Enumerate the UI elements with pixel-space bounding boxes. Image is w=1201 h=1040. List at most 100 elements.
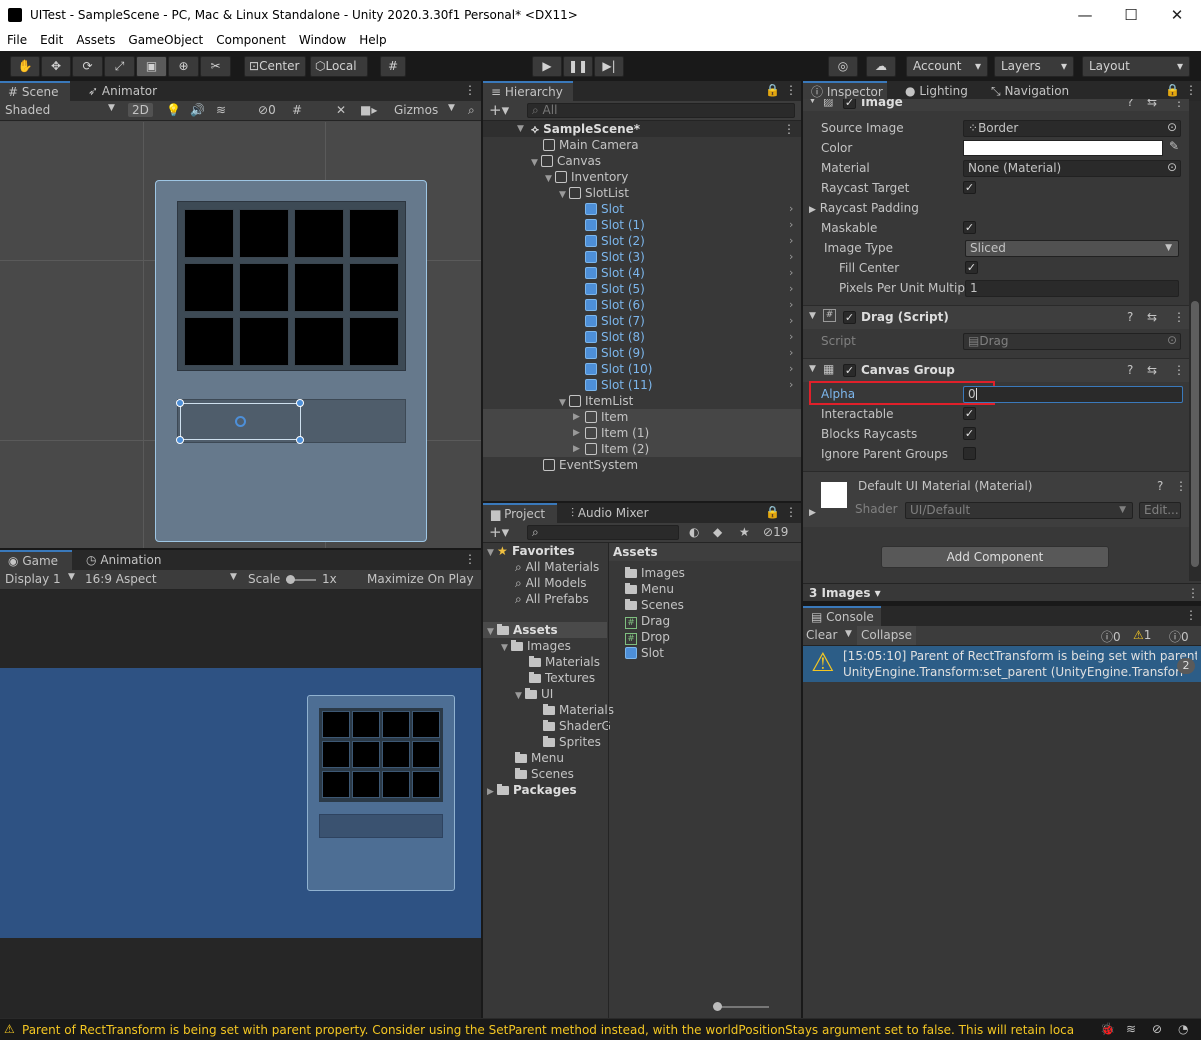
minimize-button[interactable]: — [1070, 4, 1100, 26]
rotate-tool-icon[interactable]: ⟳ [72, 56, 103, 77]
favorite-item[interactable]: ⌕ All Prefabs [515, 591, 589, 607]
preview-menu-icon[interactable]: ⋮ [1187, 586, 1199, 600]
assets-breadcrumb[interactable]: Assets [609, 543, 801, 561]
tab-project[interactable]: ▆ Project [483, 503, 557, 523]
tab-scene[interactable]: # Scene [0, 81, 70, 101]
asset-item[interactable]: # Drop [625, 629, 670, 645]
folder-row[interactable]: Materials [543, 702, 614, 718]
add-component-button[interactable]: Add Component [881, 546, 1109, 568]
effects-toggle-icon[interactable]: ≋ [216, 103, 226, 117]
rect-handle[interactable] [296, 399, 304, 407]
canvas-group-header[interactable]: ▼ ▦ ✓ Canvas Group ? ⇆ ⋮ [803, 358, 1189, 382]
tab-lighting[interactable]: ● Lighting [897, 81, 976, 101]
asset-item[interactable]: Menu [625, 581, 674, 597]
menu-assets[interactable]: Assets [69, 31, 121, 47]
gizmos-dropdown[interactable]: Gizmos [394, 103, 438, 117]
slot-cell[interactable] [184, 209, 234, 258]
drag-enabled-checkbox[interactable]: ✓ [843, 311, 856, 324]
folder-row[interactable]: ▼ UI [515, 686, 553, 702]
hidden-objects-icon[interactable]: ⊘0 [258, 103, 276, 117]
error-filter-toggle[interactable]: ⓘ0 [1169, 628, 1189, 645]
tools-icon[interactable]: ✕ [336, 103, 346, 117]
scene-viewport[interactable] [0, 122, 481, 548]
console-log-entry[interactable]: ⚠ [15:05:10] Parent of RectTransform is … [803, 646, 1201, 682]
pause-button-icon[interactable]: ❚❚ [563, 56, 593, 77]
grid-toggle-icon[interactable]: # [292, 103, 302, 117]
object-picker-icon[interactable]: ⊙ [1167, 120, 1177, 134]
project-search-input[interactable]: ⌕ [527, 525, 679, 540]
filter-type-icon[interactable]: ◐ [689, 525, 699, 539]
activity-icon[interactable]: ◔ [1178, 1022, 1188, 1036]
slot-cell[interactable] [349, 209, 399, 258]
ignore-parent-groups-checkbox[interactable] [963, 447, 976, 460]
preset-icon[interactable]: ⇆ [1147, 99, 1157, 109]
blocks-raycasts-checkbox[interactable]: ✓ [963, 427, 976, 440]
inventory-panel[interactable] [155, 180, 427, 542]
asset-item[interactable]: Images [625, 565, 685, 581]
source-image-field[interactable]: ⁘Border [963, 120, 1181, 137]
folder-row[interactable]: Materials [529, 654, 600, 670]
hierarchy-row-slot[interactable]: Slot (8) [585, 329, 645, 345]
folder-row[interactable]: ▼ Images [501, 638, 571, 654]
lock-icon[interactable]: 🔒 [765, 505, 780, 519]
layers-dropdown[interactable]: Layers ▾ [994, 56, 1074, 77]
kebab-icon[interactable]: ⋮ [783, 121, 795, 137]
inspector-scrollbar[interactable] [1189, 101, 1201, 581]
step-button-icon[interactable]: ▶| [594, 56, 624, 77]
fill-center-checkbox[interactable]: ✓ [965, 261, 978, 274]
info-filter-toggle[interactable]: ⓘ0 [1101, 628, 1121, 645]
hand-tool-icon[interactable]: ✋ [10, 56, 40, 77]
alpha-input[interactable]: 0 [963, 386, 1183, 403]
create-icon[interactable]: +▾ [489, 523, 509, 541]
slot-cell[interactable] [294, 263, 344, 312]
images-preview-dropdown[interactable]: 3 Images ▾ [809, 586, 881, 600]
game-viewport[interactable] [0, 668, 481, 938]
menu-help[interactable]: Help [352, 31, 392, 47]
account-dropdown[interactable]: Account ▾ [906, 56, 988, 77]
hierarchy-row-slot[interactable]: Slot (2) [585, 233, 645, 249]
help-icon[interactable]: ? [1157, 479, 1163, 493]
rect-handle[interactable] [176, 399, 184, 407]
material-title[interactable]: Default UI Material (Material) [858, 479, 1032, 493]
progress-icon[interactable]: ⊘ [1152, 1022, 1162, 1036]
rect-tool-icon[interactable]: ▣ [136, 56, 167, 77]
hierarchy-row-slot[interactable]: Slot (1) [585, 217, 645, 233]
hierarchy-row-slot[interactable]: Slot (4) [585, 265, 645, 281]
favorite-star-icon[interactable]: ★ [739, 525, 750, 539]
folder-row[interactable]: Scenes [515, 766, 574, 782]
hierarchy-row-slot[interactable]: Slot (10) [585, 361, 652, 377]
component-menu-icon[interactable]: ⋮ [1173, 310, 1185, 324]
image-enabled-checkbox[interactable]: ✓ [843, 99, 856, 109]
console-menu-icon[interactable]: ⋮ [1185, 608, 1197, 622]
component-menu-icon[interactable]: ⋮ [1173, 99, 1185, 109]
scene-menu-icon[interactable]: ⋮ [464, 83, 476, 97]
cloud-icon[interactable]: ☁ [866, 56, 896, 77]
pivot-center-button[interactable]: ⊡Center [244, 56, 306, 77]
folder-row[interactable]: Sprites [543, 734, 601, 750]
slot-cell[interactable] [239, 209, 289, 258]
hierarchy-row-slot[interactable]: Slot [585, 201, 624, 217]
tab-hierarchy[interactable]: ≡ Hierarchy [483, 81, 573, 101]
material-menu-icon[interactable]: ⋮ [1175, 479, 1187, 493]
icon-size-slider[interactable] [715, 1006, 769, 1008]
slot-cell[interactable] [184, 263, 234, 312]
slot-cell[interactable] [239, 263, 289, 312]
favorite-item[interactable]: ⌕ All Materials [515, 559, 599, 575]
icon-size-slider-thumb[interactable] [713, 1002, 722, 1011]
menu-edit[interactable]: Edit [33, 31, 69, 47]
shading-dropdown[interactable]: Shaded [5, 103, 50, 117]
slot-cell[interactable] [239, 317, 289, 366]
collab-icon[interactable]: ◎ [828, 56, 858, 77]
debug-icon[interactable]: 🐞 [1100, 1022, 1115, 1036]
project-menu-icon[interactable]: ⋮ [785, 505, 797, 519]
material-field[interactable]: None (Material) [963, 160, 1181, 177]
hierarchy-row[interactable]: ▼ SlotList [559, 185, 629, 201]
menu-gameobject[interactable]: GameObject [121, 31, 209, 47]
tab-navigation[interactable]: ⤡ Navigation [983, 81, 1077, 101]
hierarchy-row[interactable]: Main Camera [543, 137, 639, 153]
status-bar[interactable]: ⚠ Parent of RectTransform is being set w… [0, 1018, 1201, 1040]
hierarchy-row-item[interactable]: ▶ Item [483, 409, 801, 425]
transform-tool-icon[interactable]: ⊕ [168, 56, 199, 77]
drag-script-header[interactable]: ▼ # ✓ Drag (Script) ? ⇆ ⋮ [803, 305, 1189, 329]
maximize-button[interactable]: ☐ [1116, 4, 1146, 26]
